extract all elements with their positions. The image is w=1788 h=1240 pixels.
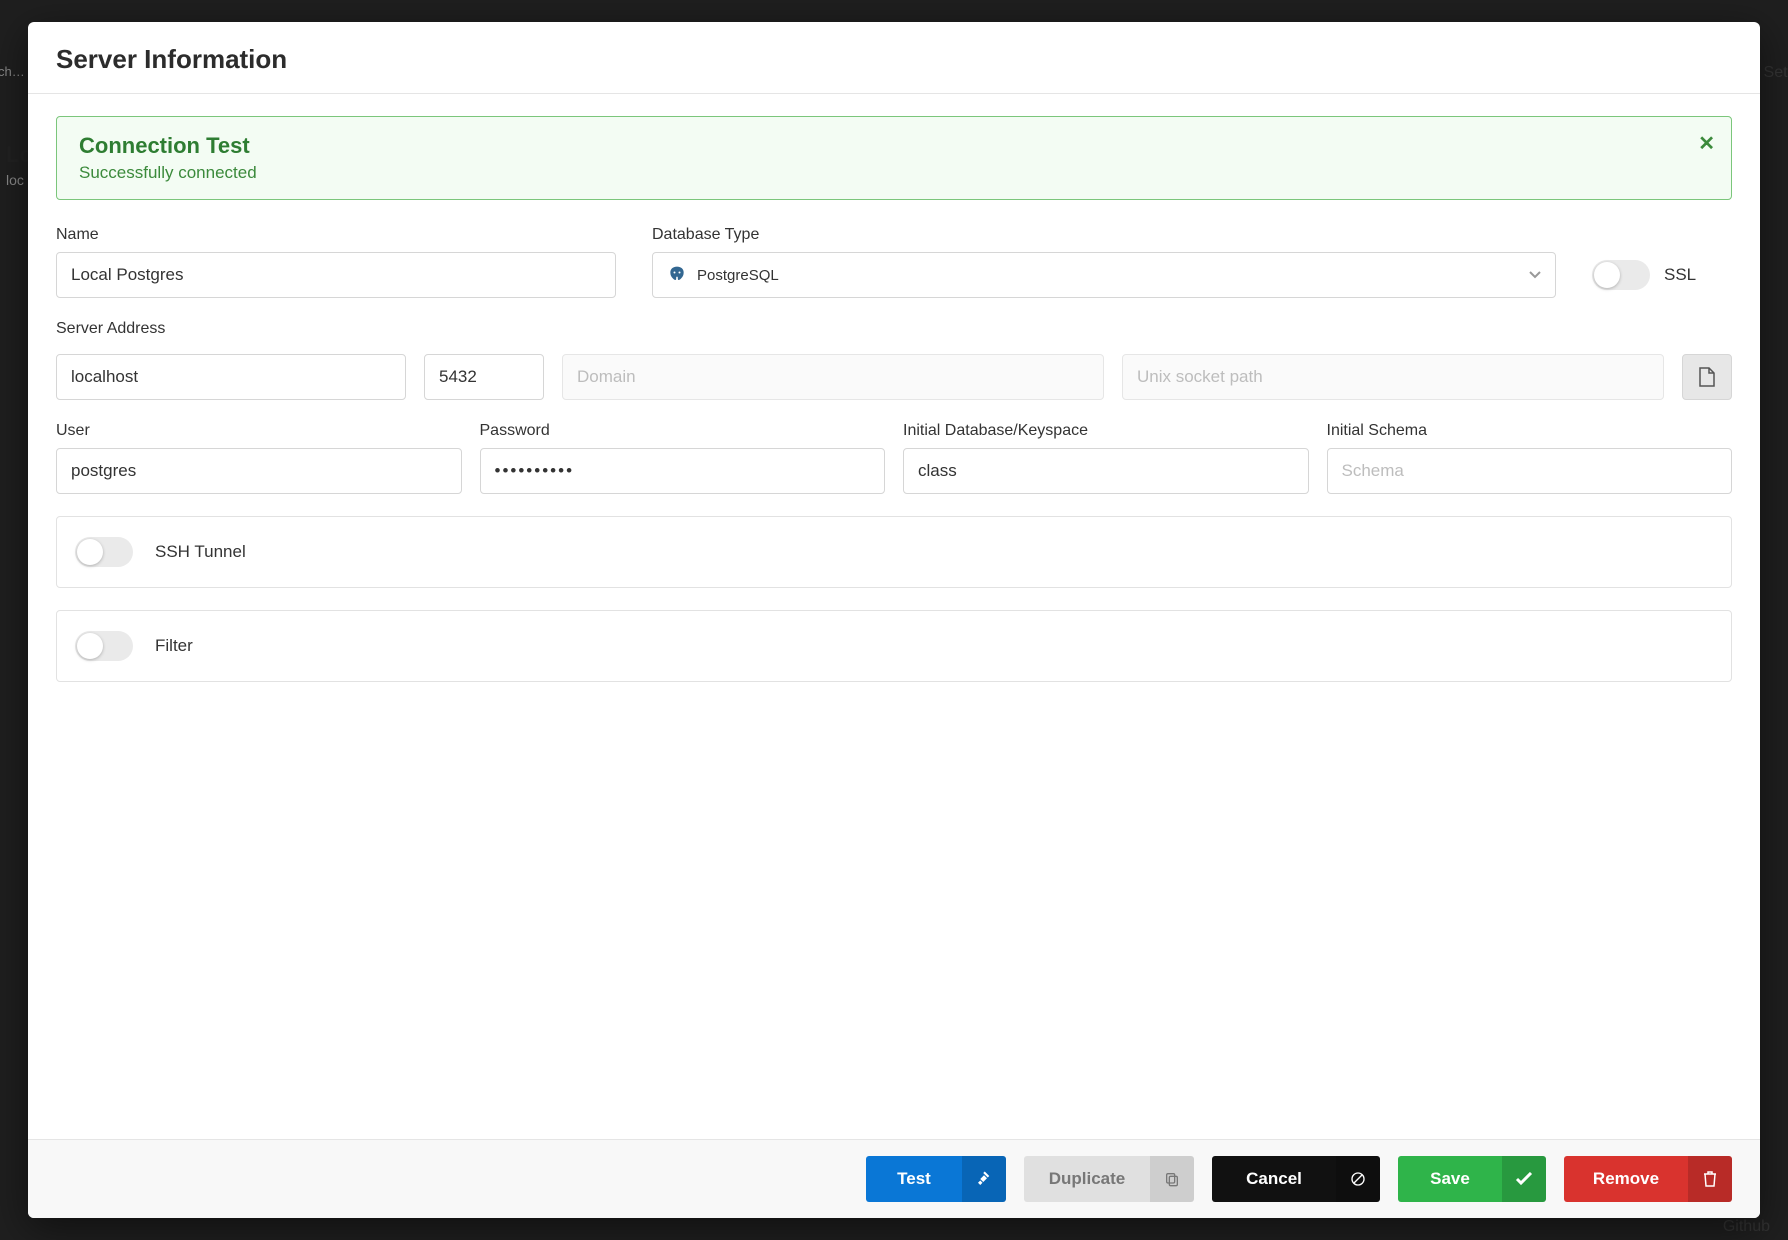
ssl-label: SSL: [1664, 265, 1696, 285]
user-label: User: [56, 422, 462, 440]
cancel-button[interactable]: Cancel: [1212, 1156, 1380, 1202]
cancel-button-label: Cancel: [1212, 1169, 1336, 1189]
server-address-row: [56, 354, 1732, 400]
domain-input[interactable]: [562, 354, 1104, 400]
modal-title: Server Information: [56, 44, 1732, 75]
credentials-row: User Password Initial Database/Keyspace …: [56, 422, 1732, 494]
postgresql-icon: [667, 265, 687, 285]
initial-db-label: Initial Database/Keyspace: [903, 422, 1309, 440]
initial-schema-label: Initial Schema: [1327, 422, 1733, 440]
alert-title: Connection Test: [79, 133, 1709, 159]
check-icon: [1502, 1156, 1546, 1202]
bg-search-hint: ch…: [0, 64, 25, 79]
initial-db-input[interactable]: [903, 448, 1309, 494]
alert-close-button[interactable]: ✕: [1698, 131, 1715, 156]
ban-icon: [1336, 1156, 1380, 1202]
unix-socket-input[interactable]: [1122, 354, 1664, 400]
server-address-label: Server Address: [56, 320, 1732, 338]
alert-message: Successfully connected: [79, 163, 1709, 183]
filter-panel: Filter: [56, 610, 1732, 682]
bg-right-settings: Sett: [1764, 64, 1788, 82]
host-input[interactable]: [56, 354, 406, 400]
file-icon: [1698, 367, 1716, 387]
remove-button[interactable]: Remove: [1564, 1156, 1732, 1202]
ssh-tunnel-label: SSH Tunnel: [155, 542, 246, 562]
server-info-modal: Server Information Connection Test Succe…: [28, 22, 1760, 1218]
database-type-select[interactable]: PostgreSQL: [652, 252, 1556, 298]
user-input[interactable]: [56, 448, 462, 494]
toggle-knob: [77, 633, 103, 659]
duplicate-button[interactable]: Duplicate: [1024, 1156, 1194, 1202]
modal-footer: Test Duplicate Cancel Save Remove: [28, 1139, 1760, 1218]
bg-left-sub: loc: [6, 172, 24, 188]
name-label: Name: [56, 226, 616, 244]
socket-file-browse-button[interactable]: [1682, 354, 1732, 400]
plug-icon: [962, 1156, 1006, 1202]
filter-toggle[interactable]: [75, 631, 133, 661]
ssl-toggle[interactable]: [1592, 260, 1650, 290]
filter-label: Filter: [155, 636, 193, 656]
ssh-tunnel-panel: SSH Tunnel: [56, 516, 1732, 588]
test-button[interactable]: Test: [866, 1156, 1006, 1202]
test-button-label: Test: [866, 1169, 962, 1189]
password-label: Password: [480, 422, 886, 440]
port-input[interactable]: [424, 354, 544, 400]
toggle-knob: [77, 539, 103, 565]
duplicate-button-label: Duplicate: [1024, 1169, 1150, 1189]
password-input[interactable]: [480, 448, 886, 494]
database-type-label: Database Type: [652, 226, 1556, 244]
row-name-db-ssl: Name Database Type PostgreSQL: [56, 226, 1732, 298]
save-button-label: Save: [1398, 1169, 1502, 1189]
chevron-down-icon: [1529, 271, 1541, 279]
name-input[interactable]: [56, 252, 616, 298]
modal-header: Server Information: [28, 22, 1760, 94]
connection-test-alert: Connection Test Successfully connected ✕: [56, 116, 1732, 200]
trash-icon: [1688, 1156, 1732, 1202]
bg-right-github: Github: [1723, 1218, 1770, 1236]
save-button[interactable]: Save: [1398, 1156, 1546, 1202]
close-icon: ✕: [1698, 133, 1715, 155]
remove-button-label: Remove: [1564, 1169, 1688, 1189]
database-type-value: PostgreSQL: [697, 267, 779, 284]
copy-icon: [1150, 1156, 1194, 1202]
modal-body: Connection Test Successfully connected ✕…: [28, 94, 1760, 1139]
ssh-tunnel-toggle[interactable]: [75, 537, 133, 567]
toggle-knob: [1594, 262, 1620, 288]
initial-schema-input[interactable]: [1327, 448, 1733, 494]
